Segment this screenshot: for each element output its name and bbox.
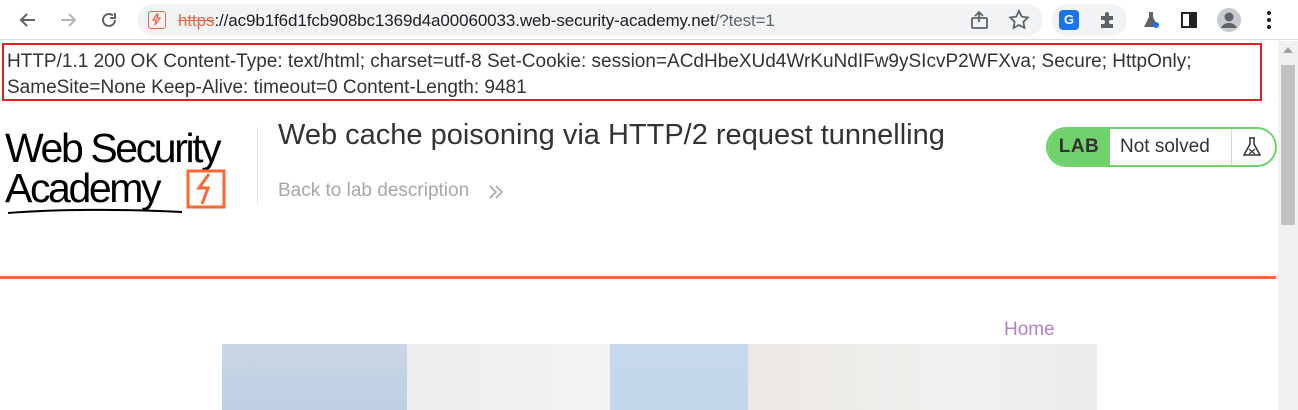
- share-icon[interactable]: [969, 10, 991, 30]
- address-bar[interactable]: https://ac9b1f6d1fcb908bc1369d4a00060033…: [137, 4, 1043, 36]
- hero-image: [222, 344, 1097, 410]
- page-viewport: HTTP/1.1 200 OK Content-Type: text/html;…: [0, 41, 1298, 410]
- web-security-academy-logo[interactable]: Web Security Academy: [5, 125, 257, 217]
- translate-extension-icon[interactable]: G: [1059, 10, 1079, 30]
- lab-status-badge: LAB Not solved: [1046, 127, 1277, 167]
- back-to-lab-description-link[interactable]: Back to lab description: [278, 180, 469, 202]
- lab-flask-extension-icon[interactable]: [1137, 6, 1165, 34]
- logo-text-line2: Academy: [5, 165, 162, 211]
- browser-toolbar: https://ac9b1f6d1fcb908bc1369d4a00060033…: [0, 0, 1298, 40]
- forward-arrow-icon[interactable]: [54, 6, 82, 34]
- lab-status-text: Not solved: [1120, 136, 1210, 157]
- scroll-up-arrow-icon[interactable]: [1283, 47, 1293, 53]
- profile-avatar-icon[interactable]: [1215, 6, 1243, 34]
- url-protocol: https: [178, 11, 215, 30]
- url-path: /?test=1: [714, 11, 775, 30]
- response-headers-box: HTTP/1.1 200 OK Content-Type: text/html;…: [2, 43, 1262, 101]
- back-arrow-icon[interactable]: [14, 6, 42, 34]
- logo-bolt-icon: [186, 169, 226, 209]
- header-separator-line: [0, 276, 1276, 279]
- logo-underline-swoosh: [7, 208, 183, 214]
- vertical-scrollbar[interactable]: [1278, 41, 1298, 410]
- scrollbar-thumb[interactable]: [1281, 65, 1295, 225]
- lab-title: Web cache poisoning via HTTP/2 request t…: [278, 119, 945, 151]
- header-divider: [257, 127, 258, 205]
- home-nav-link[interactable]: Home: [1004, 319, 1055, 341]
- url-text[interactable]: https://ac9b1f6d1fcb908bc1369d4a00060033…: [178, 11, 775, 31]
- extensions-puzzle-icon[interactable]: [1097, 10, 1117, 30]
- url-host: ://ac9b1f6d1fcb908bc1369d4a00060033.web-…: [214, 11, 715, 30]
- flask-icon: [1242, 137, 1262, 156]
- double-chevron-right-icon[interactable]: [487, 183, 505, 201]
- menu-kebab-icon[interactable]: [1255, 6, 1283, 34]
- bookmark-star-icon[interactable]: [1007, 8, 1031, 32]
- side-panel-icon[interactable]: [1175, 6, 1203, 34]
- reload-icon[interactable]: [95, 6, 123, 34]
- extensions-group: G: [1052, 4, 1127, 36]
- lab-badge-divider: [1231, 129, 1232, 165]
- lab-badge-label: LAB: [1048, 129, 1110, 165]
- response-headers-text: HTTP/1.1 200 OK Content-Type: text/html;…: [7, 51, 1192, 98]
- not-secure-warning-icon[interactable]: [148, 11, 166, 29]
